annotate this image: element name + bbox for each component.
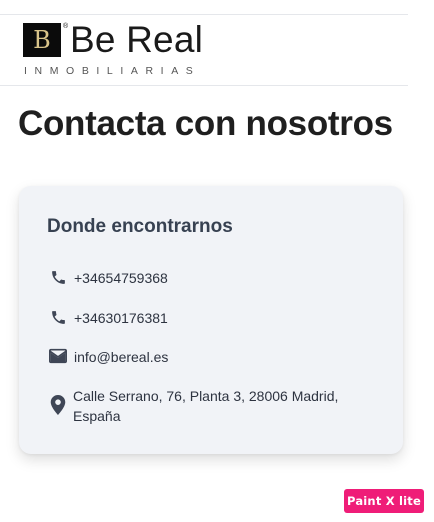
- street-address[interactable]: Calle Serrano, 76, Planta 3, 28006 Madri…: [73, 386, 363, 426]
- contact-card: Donde encontrarnos +34654759368 +3463017…: [19, 186, 403, 454]
- phone-icon: [49, 308, 67, 326]
- map-pin-icon: [49, 395, 67, 415]
- header-divider: [0, 85, 408, 86]
- address-row[interactable]: Calle Serrano, 76, Planta 3, 28006 Madri…: [49, 386, 379, 426]
- registered-mark: ®: [63, 23, 69, 30]
- phone-row-2[interactable]: +34630176381: [49, 308, 379, 328]
- brand-logo[interactable]: B ® Be Real INMOBILIARIAS: [23, 19, 223, 79]
- logo-mark: B: [23, 23, 61, 57]
- email-address[interactable]: info@bereal.es: [74, 347, 168, 367]
- phone-number-1[interactable]: +34654759368: [74, 268, 168, 288]
- card-title: Donde encontrarnos: [47, 216, 233, 237]
- phone-row-1[interactable]: +34654759368: [49, 268, 379, 288]
- brand-tagline: INMOBILIARIAS: [24, 65, 201, 77]
- mail-icon: [49, 347, 67, 365]
- brand-name: Be Real: [70, 19, 204, 60]
- phone-icon: [49, 268, 67, 286]
- top-divider: [0, 14, 408, 15]
- logo-mark-letter: B: [33, 26, 51, 54]
- email-row[interactable]: info@bereal.es: [49, 347, 379, 367]
- page-title: Contacta con nosotros: [18, 104, 393, 143]
- paint-x-lite-watermark: Paint X lite: [344, 489, 424, 513]
- phone-number-2[interactable]: +34630176381: [74, 308, 168, 328]
